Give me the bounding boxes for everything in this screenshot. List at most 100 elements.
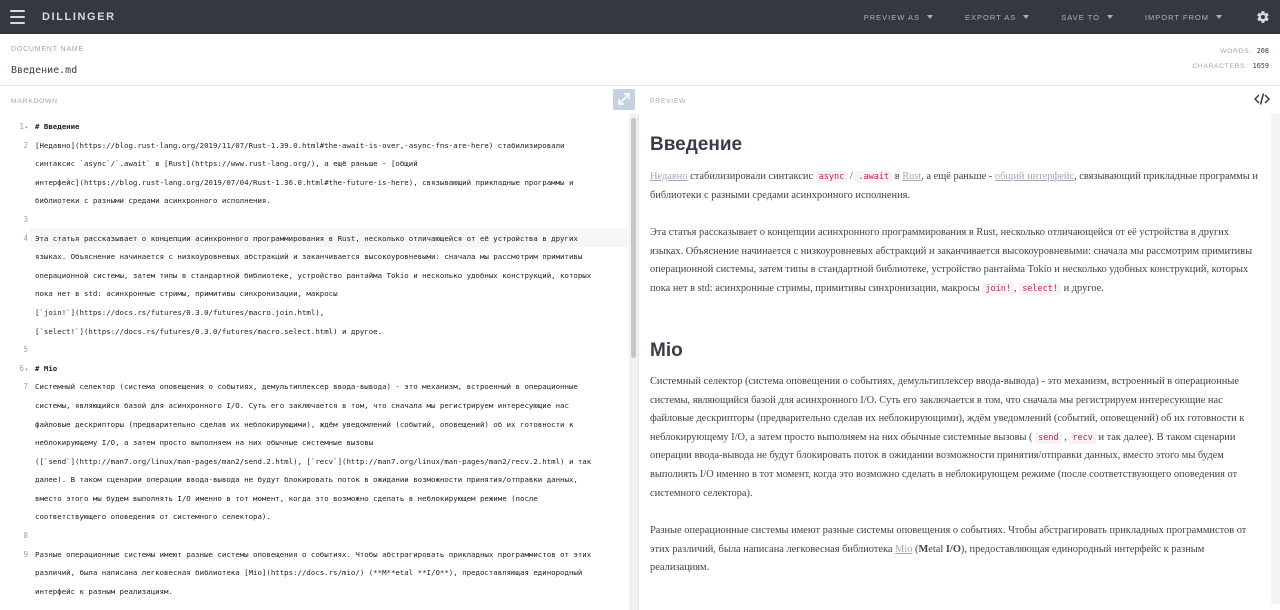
document-stats: WORDS: 208 CHARACTERS: 1659 [1192, 44, 1269, 74]
caret-down-icon [927, 15, 933, 19]
link-common-interface[interactable]: общий интерфейс [995, 171, 1074, 182]
inline-code: async [815, 171, 848, 183]
line-number-text: 2 [23, 140, 28, 150]
editor-line[interactable]: # Введение [35, 118, 625, 137]
gear-icon[interactable] [1256, 10, 1270, 24]
nav-save-to[interactable]: SAVE TO [1061, 13, 1113, 22]
words-count: WORDS: 208 [1192, 44, 1269, 59]
text: etal [928, 543, 946, 555]
pane-headers: MARKDOWN PREVIEW [0, 86, 1280, 114]
editor-line[interactable]: интерфейс к разным реализациям. [35, 583, 625, 602]
markdown-editor[interactable]: 1▾ 2 3 4 5 6▾ 7 8 9 # Введение [Недавно](https://… [0, 114, 639, 610]
editor-line[interactable]: [`select!`](https://docs.rs/futures/0.3.… [35, 323, 625, 342]
editor-line[interactable]: неблокирующему I/O, а затем просто выпол… [35, 434, 625, 453]
preview-heading-mio: Mio [650, 340, 683, 361]
preview-pane: Введение Недавно стабилизировали синтакс… [640, 114, 1280, 610]
line-number-text: 1 [19, 122, 24, 131]
editor-line[interactable]: синтаксис `async`/`.await` в [Rust](http… [35, 155, 625, 174]
editor-line[interactable]: файловые дескрипторы (предварительно сде… [35, 416, 625, 435]
line-number: 9 [0, 550, 28, 559]
editor-line[interactable]: библиотеки с разными средами асинхронног… [35, 192, 625, 211]
link-rust[interactable]: Rust [902, 171, 921, 182]
line-number: 5 [0, 345, 28, 354]
document-name-label: DOCUMENT NAME [11, 46, 84, 53]
text: и другое. [1061, 282, 1104, 294]
editor-line[interactable]: операционной системы, затем типы в станд… [35, 267, 625, 286]
editor-content[interactable]: # Введение [Недавно](https://blog.rust-la… [35, 118, 625, 601]
document-name-input[interactable] [11, 65, 311, 76]
preview-paragraph-3: Системный селектор (система оповещения о… [650, 373, 1258, 503]
inline-code: .await [855, 171, 893, 183]
editor-line[interactable]: Эта статья рассказывает о концепции асин… [35, 230, 625, 249]
nav-menu: PREVIEW AS EXPORT AS SAVE TO IMPORT FROM [832, 0, 1222, 34]
editor-line[interactable]: [Недавно](https://blog.rust-lang.org/201… [35, 137, 625, 156]
text: стабилизировали синтаксис [687, 171, 816, 182]
editor-line[interactable]: системы, являющийся базой для асинхронно… [35, 397, 625, 416]
editor-line[interactable] [35, 527, 625, 546]
code-toggle-icon[interactable] [1254, 92, 1270, 106]
line-number-text: 3 [23, 215, 28, 224]
nav-item-label: EXPORT AS [965, 12, 1017, 22]
editor-scrollbar[interactable] [629, 114, 638, 610]
characters-value: 1659 [1252, 62, 1269, 70]
markdown-pane-label: MARKDOWN [11, 98, 58, 105]
editor-line[interactable]: [`join!`](https://docs.rs/futures/0.3.0/… [35, 304, 625, 323]
line-number: 4 [0, 234, 28, 243]
editor-line[interactable] [35, 211, 625, 230]
editor-line[interactable] [35, 341, 625, 360]
nav-item-label: SAVE TO [1061, 12, 1100, 22]
editor-line[interactable]: интерфейс](https://blog.rust-lang.org/20… [35, 174, 625, 193]
preview-paragraph-1: Недавно стабилизировали синтаксис async … [650, 168, 1258, 205]
text: Эта статья рассказывает о концепции асин… [650, 227, 1253, 294]
editor-line[interactable]: Системный селектор (система оповещения о… [35, 378, 625, 397]
nav-preview-as[interactable]: PREVIEW AS [864, 13, 933, 22]
line-number: 6▾ [0, 364, 28, 373]
bold-text: I/O [945, 543, 961, 555]
nav-export-as[interactable]: EXPORT AS [965, 12, 1030, 22]
caret-down-icon [1216, 15, 1222, 19]
line-number-text: 9 [23, 549, 28, 559]
line-number: 7 [0, 382, 28, 391]
line-number-text: 5 [23, 345, 28, 355]
link-recently[interactable]: Недавно [650, 171, 688, 182]
line-number-text: 6 [19, 363, 24, 373]
link-mio[interactable]: Mio [895, 544, 912, 555]
editor-line[interactable]: вместо этого мы будем выполнять I/O имен… [35, 490, 625, 509]
document-bar: DOCUMENT NAME WORDS: 208 CHARACTERS: 1659 [0, 34, 1280, 86]
line-number: 3 [0, 215, 28, 224]
line-number-text: 7 [23, 382, 28, 392]
preview-pane-label: PREVIEW [650, 98, 687, 105]
editor-line[interactable]: пока нет в std: асинхронные стримы, прим… [35, 285, 625, 304]
inline-code: join! [982, 282, 1014, 295]
words-label: WORDS: [1220, 48, 1252, 55]
caret-down-icon [1106, 15, 1113, 19]
editor-line[interactable]: ([`send`](http://man7.org/linux/man-page… [35, 453, 625, 472]
editor-line[interactable]: соответствующего оповедения от системног… [35, 508, 625, 527]
line-number: 2 [0, 141, 28, 150]
line-number-text: 8 [23, 531, 28, 541]
preview-paragraph-4: Разные операционные системы имеют разные… [650, 522, 1258, 578]
expand-editor-button[interactable] [613, 89, 635, 110]
editor-line[interactable]: различий, была написана легковесная библ… [35, 564, 625, 583]
fold-arrow-icon[interactable]: ▾ [25, 125, 28, 131]
editor-line[interactable]: далее). В таком сценарии операции ввода-… [35, 471, 625, 490]
menu-icon[interactable] [10, 10, 25, 24]
editor-line[interactable]: # Mio [35, 360, 625, 379]
editor-line[interactable]: языках. Объяснение начинается с низкоуро… [35, 248, 625, 267]
expand-icon [618, 93, 630, 105]
characters-label: CHARACTERS: [1192, 63, 1248, 70]
navbar: DILLINGER PREVIEW AS EXPORT AS SAVE TO I… [0, 0, 1280, 34]
inline-code: send [1035, 431, 1062, 444]
preview-scrollbar[interactable] [1271, 114, 1280, 604]
text: , а ещё раньше - [921, 171, 995, 182]
preview-heading-intro: Введение [650, 134, 743, 155]
editor-line[interactable]: Разные операционные системы имеют разные… [35, 546, 625, 565]
line-number-gutter: 1▾ 2 3 4 5 6▾ 7 8 9 [0, 114, 30, 610]
nav-item-label: PREVIEW AS [863, 12, 920, 22]
fold-arrow-icon[interactable]: ▾ [25, 367, 28, 373]
editor-scrollbar-thumb[interactable] [631, 118, 636, 358]
line-number: 8 [0, 531, 28, 540]
line-number-text: 4 [23, 233, 28, 243]
nav-import-from[interactable]: IMPORT FROM [1145, 13, 1222, 22]
nav-item-label: IMPORT FROM [1144, 12, 1209, 22]
